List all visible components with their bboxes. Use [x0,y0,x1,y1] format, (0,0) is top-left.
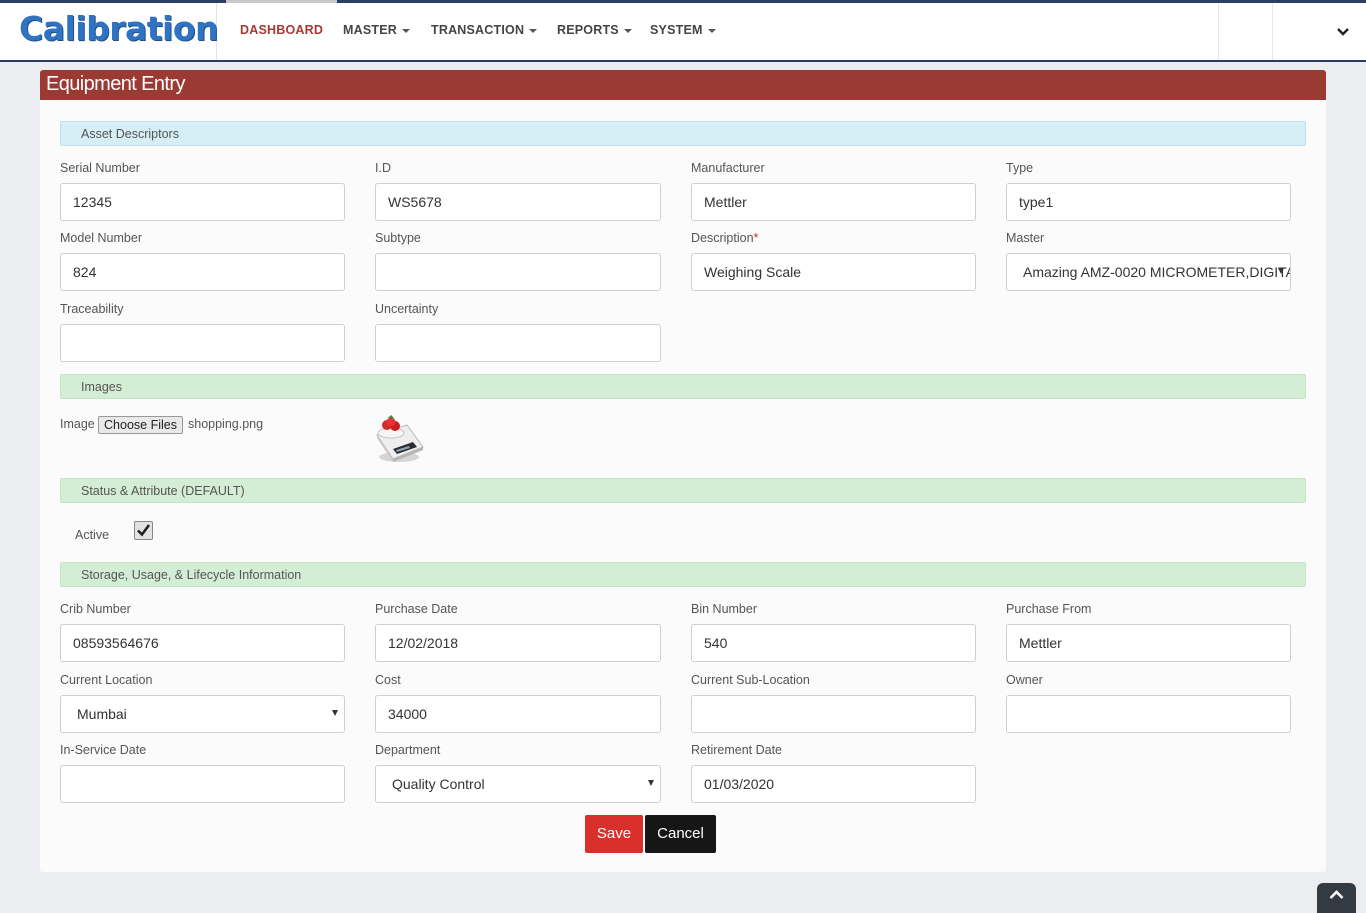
serial-number-label: Serial Number [60,161,140,175]
bin-number-input[interactable] [691,624,976,662]
nav-item-reports[interactable]: REPORTS [557,3,632,60]
uncertainty-input[interactable] [375,324,661,362]
in-service-date-label: In-Service Date [60,743,147,757]
cost-input[interactable] [375,695,661,733]
nav-divider [1272,3,1273,60]
manufacturer-label: Manufacturer [691,161,765,175]
dropdown-arrow-icon [1278,268,1284,274]
nav-item-dashboard[interactable]: DASHBOARD [225,0,338,60]
current-sub-location-input[interactable] [691,695,976,733]
traceability-label: Traceability [60,302,124,316]
cost-label: Cost [375,673,401,687]
required-mark: * [753,231,759,245]
type-input[interactable] [1006,183,1291,221]
scroll-to-top-button[interactable] [1317,883,1356,913]
purchase-from-input[interactable] [1006,624,1291,662]
serial-number-input[interactable] [60,183,345,221]
nav-divider [1218,3,1219,60]
subtype-label: Subtype [375,231,421,245]
section-images: Images [60,374,1306,399]
dropdown-arrow-icon [332,710,338,716]
retirement-date-label: Retirement Date [691,743,783,757]
subtype-input[interactable] [375,253,661,291]
purchase-date-label: Purchase Date [375,602,458,616]
section-status-attribute: Status & Attribute (DEFAULT) [60,478,1306,503]
caret-down-icon [529,28,538,33]
top-navbar: Calibration DASHBOARD MASTER TRANSACTION… [0,0,1366,62]
dropdown-arrow-icon [648,780,654,786]
section-asset-descriptors: Asset Descriptors [60,121,1306,146]
current-sub-location-label: Current Sub-Location [691,673,810,687]
cancel-button[interactable]: Cancel [645,815,716,853]
brand-logo[interactable]: Calibration [0,3,219,60]
traceability-input[interactable] [60,324,345,362]
crib-number-label: Crib Number [60,602,131,616]
nav-item-master[interactable]: MASTER [343,3,410,60]
owner-label: Owner [1006,673,1043,687]
purchase-date-input[interactable] [375,624,661,662]
owner-input[interactable] [1006,695,1291,733]
current-location-label: Current Location [60,673,153,687]
current-location-select[interactable]: Mumbai [60,695,345,733]
scale-thumbnail-icon [376,415,424,462]
brand-text: Calibration [19,9,219,48]
master-label: Master [1006,231,1045,245]
in-service-date-input[interactable] [60,765,345,803]
purchase-from-label: Purchase From [1006,602,1092,616]
caret-down-icon [707,28,716,33]
department-select[interactable]: Quality Control [375,765,661,803]
chevron-down-icon[interactable] [1336,25,1350,39]
equipment-entry-card: Equipment Entry Asset Descriptors Serial… [40,70,1326,872]
type-label: Type [1006,161,1034,175]
model-number-input[interactable] [60,253,345,291]
bin-number-label: Bin Number [691,602,757,616]
description-label: Description* [691,231,759,245]
id-label: I.D [375,161,391,175]
choose-files-button[interactable]: Choose Files [98,416,183,434]
description-input[interactable] [691,253,976,291]
active-checkbox[interactable] [134,521,153,540]
active-label: Active [75,528,110,542]
nav-item-system[interactable]: SYSTEM [650,3,716,60]
checkmark-icon [137,524,151,537]
chevron-up-icon [1329,890,1344,899]
image-filename: shopping.png [188,417,264,431]
save-button[interactable]: Save [585,815,643,853]
section-storage-usage: Storage, Usage, & Lifecycle Information [60,562,1306,587]
caret-down-icon [401,28,410,33]
nav-item-transaction[interactable]: TRANSACTION [431,3,538,60]
crib-number-input[interactable] [60,624,345,662]
department-label: Department [375,743,441,757]
id-input[interactable] [375,183,661,221]
image-label: Image [60,417,95,431]
model-number-label: Model Number [60,231,142,245]
master-select[interactable]: Amazing AMZ-0020 MICROMETER,DIGITAL [1006,253,1291,291]
page-title: Equipment Entry [46,73,185,95]
uncertainty-label: Uncertainty [375,302,439,316]
caret-down-icon [623,28,632,33]
manufacturer-input[interactable] [691,183,976,221]
retirement-date-input[interactable] [691,765,976,803]
card-header: Equipment Entry [40,70,1326,100]
